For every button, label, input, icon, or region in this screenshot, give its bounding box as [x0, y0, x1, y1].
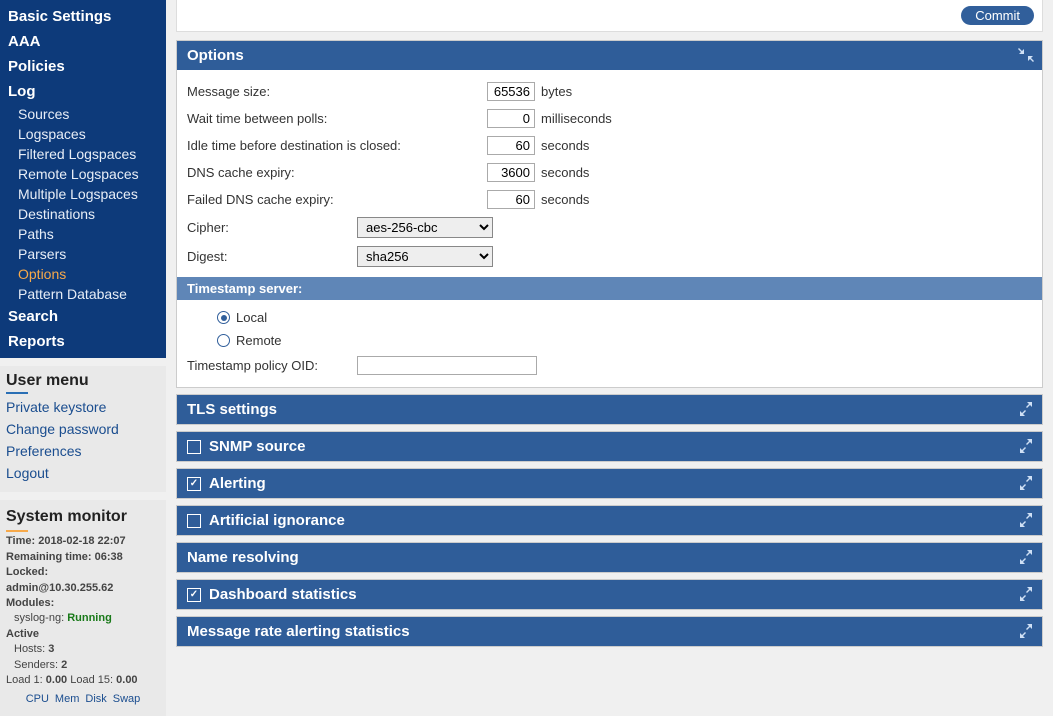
label-idle-time: Idle time before destination is closed: — [187, 138, 487, 153]
label-failed-dns-expiry: Failed DNS cache expiry: — [187, 192, 487, 207]
message-rate-section: Message rate alerting statistics — [176, 616, 1043, 647]
input-dns-expiry[interactable] — [487, 163, 535, 182]
tls-header[interactable]: TLS settings — [177, 395, 1042, 424]
input-timestamp-oid[interactable] — [357, 356, 537, 375]
options-header: Options — [177, 41, 1042, 70]
label-timestamp-oid: Timestamp policy OID: — [187, 358, 357, 373]
label-cipher: Cipher: — [187, 220, 357, 235]
nav-policies[interactable]: Policies — [0, 54, 166, 79]
tls-section: TLS settings — [176, 394, 1043, 425]
expand-icon[interactable] — [1018, 549, 1034, 565]
checkbox-checked-icon[interactable]: ✓ — [187, 588, 201, 602]
radio-remote[interactable] — [217, 334, 230, 347]
dashboard-stats-section: ✓ Dashboard statistics — [176, 579, 1043, 610]
expand-icon[interactable] — [1018, 475, 1034, 491]
user-menu-panel: User menu Private keystore Change passwo… — [0, 366, 166, 492]
commit-bar: Commit — [176, 0, 1043, 32]
expand-icon[interactable] — [1018, 401, 1034, 417]
nav-aaa[interactable]: AAA — [0, 29, 166, 54]
nav-search[interactable]: Search — [0, 304, 166, 329]
system-monitor-title: System monitor — [6, 506, 160, 534]
checkbox-icon[interactable] — [187, 440, 201, 454]
user-menu-preferences[interactable]: Preferences — [6, 440, 160, 462]
timestamp-server-header: Timestamp server: — [177, 277, 1042, 300]
input-wait-time[interactable] — [487, 109, 535, 128]
nav-sub-destinations[interactable]: Destinations — [0, 204, 166, 224]
user-menu-title: User menu — [6, 372, 160, 396]
main-nav: Basic Settings AAA Policies Log Sources … — [0, 0, 166, 358]
system-monitor-panel: System monitor Time: 2018-02-18 22:07 Re… — [0, 500, 166, 716]
nav-sub-remote-logspaces[interactable]: Remote Logspaces — [0, 164, 166, 184]
snmp-header[interactable]: SNMP source — [177, 432, 1042, 461]
nav-log[interactable]: Log — [0, 79, 166, 104]
alerting-section: ✓ Alerting — [176, 468, 1043, 499]
user-menu-change-password[interactable]: Change password — [6, 418, 160, 440]
input-failed-dns-expiry[interactable] — [487, 190, 535, 209]
artificial-ignorance-header[interactable]: Artificial ignorance — [177, 506, 1042, 535]
checkbox-checked-icon[interactable]: ✓ — [187, 477, 201, 491]
expand-icon[interactable] — [1018, 623, 1034, 639]
user-menu-logout[interactable]: Logout — [6, 462, 160, 484]
snmp-section: SNMP source — [176, 431, 1043, 462]
sysmon-swap[interactable]: Swap — [113, 692, 141, 707]
select-cipher[interactable]: aes-256-cbc — [357, 217, 493, 238]
checkbox-icon[interactable] — [187, 514, 201, 528]
radio-local-row[interactable]: Local — [187, 306, 1032, 329]
label-digest: Digest: — [187, 249, 357, 264]
alerting-header[interactable]: ✓ Alerting — [177, 469, 1042, 498]
collapse-icon[interactable] — [1018, 47, 1034, 63]
commit-button[interactable]: Commit — [961, 6, 1034, 25]
label-wait-time: Wait time between polls: — [187, 111, 487, 126]
sysmon-disk[interactable]: Disk — [85, 692, 106, 707]
radio-local[interactable] — [217, 311, 230, 324]
nav-sub-parsers[interactable]: Parsers — [0, 244, 166, 264]
nav-sub-filtered-logspaces[interactable]: Filtered Logspaces — [0, 144, 166, 164]
name-resolving-header[interactable]: Name resolving — [177, 543, 1042, 572]
user-menu-private-keystore[interactable]: Private keystore — [6, 396, 160, 418]
options-section: Options Message size: bytes Wait time be… — [176, 40, 1043, 388]
dashboard-stats-header[interactable]: ✓ Dashboard statistics — [177, 580, 1042, 609]
label-message-size: Message size: — [187, 84, 487, 99]
name-resolving-section: Name resolving — [176, 542, 1043, 573]
expand-icon[interactable] — [1018, 438, 1034, 454]
input-idle-time[interactable] — [487, 136, 535, 155]
nav-sub-options[interactable]: Options — [0, 264, 166, 284]
nav-sub-sources[interactable]: Sources — [0, 104, 166, 124]
nav-basic-settings[interactable]: Basic Settings — [0, 4, 166, 29]
expand-icon[interactable] — [1018, 586, 1034, 602]
select-digest[interactable]: sha256 — [357, 246, 493, 267]
expand-icon[interactable] — [1018, 512, 1034, 528]
sysmon-cpu[interactable]: CPU — [26, 692, 49, 707]
radio-remote-row[interactable]: Remote — [187, 329, 1032, 352]
nav-sub-multiple-logspaces[interactable]: Multiple Logspaces — [0, 184, 166, 204]
nav-sub-logspaces[interactable]: Logspaces — [0, 124, 166, 144]
message-rate-header[interactable]: Message rate alerting statistics — [177, 617, 1042, 646]
nav-sub-pattern-database[interactable]: Pattern Database — [0, 284, 166, 304]
nav-sub-paths[interactable]: Paths — [0, 224, 166, 244]
input-message-size[interactable] — [487, 82, 535, 101]
artificial-ignorance-section: Artificial ignorance — [176, 505, 1043, 536]
nav-reports[interactable]: Reports — [0, 329, 166, 354]
label-dns-expiry: DNS cache expiry: — [187, 165, 487, 180]
sysmon-mem[interactable]: Mem — [55, 692, 79, 707]
